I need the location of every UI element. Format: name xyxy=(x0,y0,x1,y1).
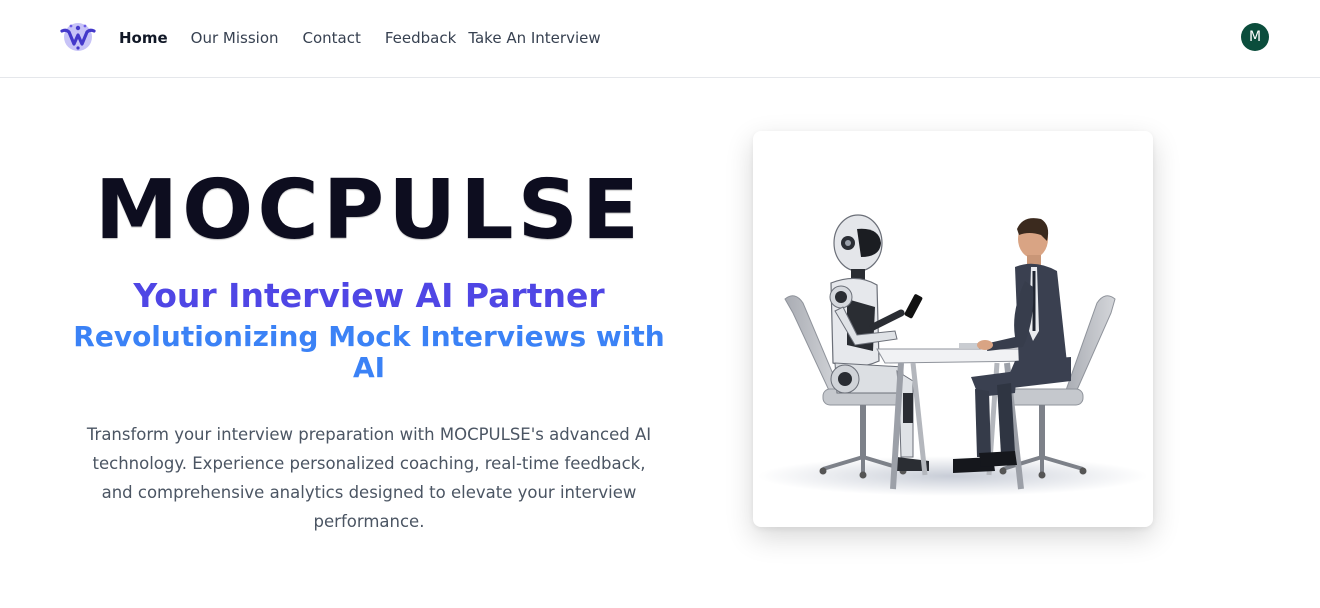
hero-text-section: MOCPULSE Your Interview AI Partner Revol… xyxy=(60,150,678,536)
nav-feedback-link[interactable]: Feedback xyxy=(385,29,456,47)
hero-subtagline: Revolutionizing Mock Interviews with AI xyxy=(73,320,665,385)
brand-title: MOCPULSE xyxy=(94,163,644,258)
main-nav: Home Our Mission Contact Feedback Take A… xyxy=(119,27,601,49)
user-avatar[interactable]: M xyxy=(1241,23,1269,51)
robot-interview-illustration xyxy=(758,214,1148,496)
navbar: Home Our Mission Contact Feedback Take A… xyxy=(0,0,1320,78)
hero-description: Transform your interview preparation wit… xyxy=(86,424,652,531)
nav-take-an-interview-link[interactable]: Take An Interview xyxy=(468,29,600,47)
nav-our-mission-link[interactable]: Our Mission xyxy=(191,29,279,47)
hero-image-card xyxy=(753,131,1153,527)
hero-tagline: Your Interview AI Partner xyxy=(133,276,605,315)
nav-home-link[interactable]: Home xyxy=(119,29,168,47)
mocpulse-logo-icon[interactable] xyxy=(56,20,100,54)
nav-contact-link[interactable]: Contact xyxy=(303,29,361,47)
